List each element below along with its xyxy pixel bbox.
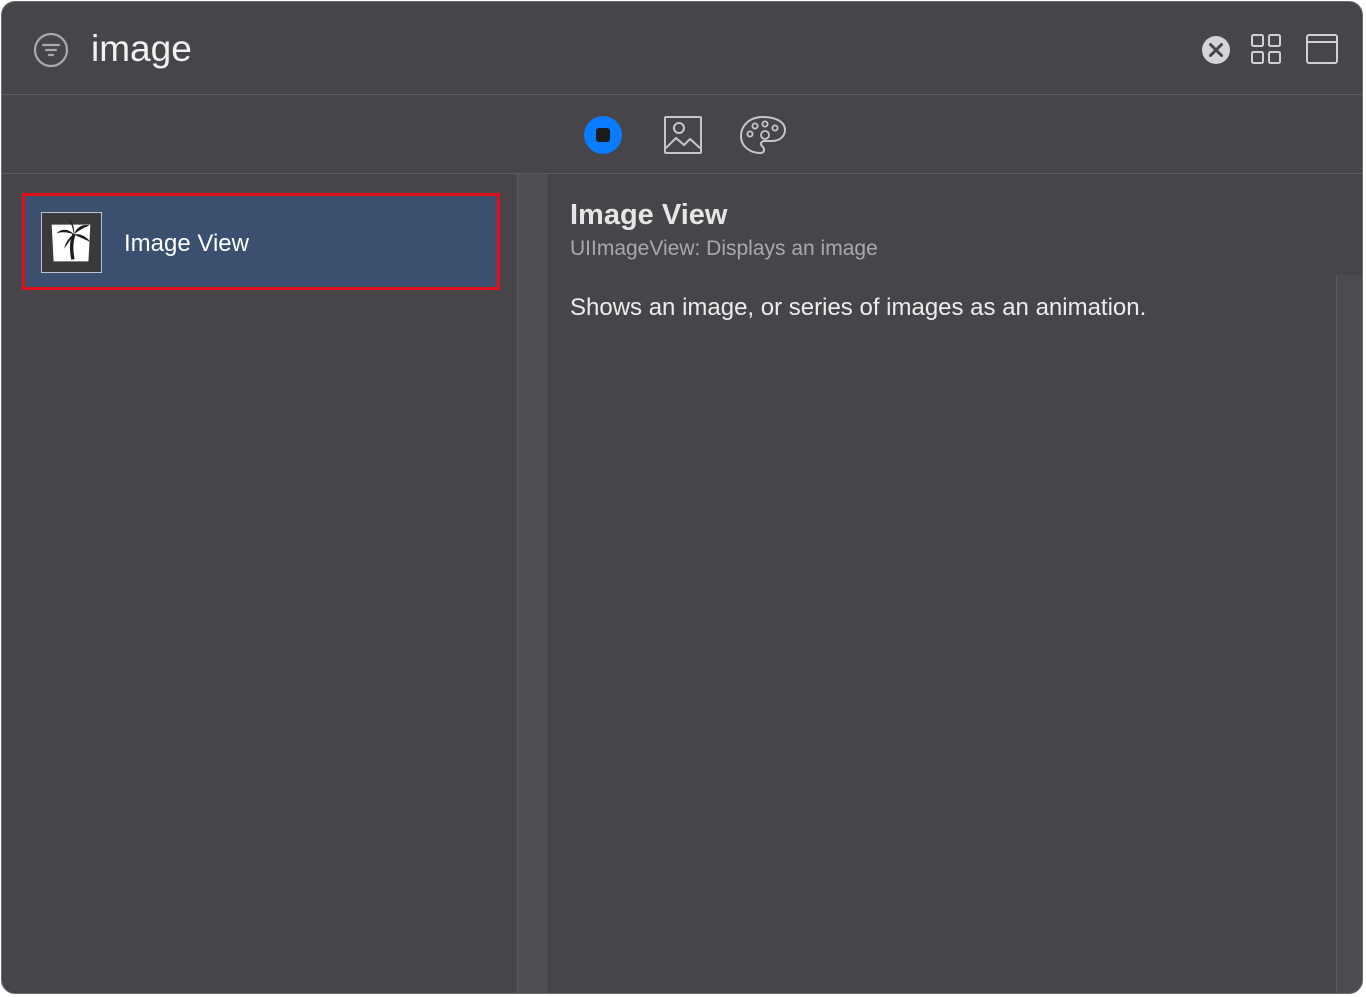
detail-description: Shows an image, or series of images as a… bbox=[570, 294, 1147, 321]
search-input[interactable] bbox=[91, 24, 1171, 74]
clear-circle-icon[interactable] bbox=[1200, 34, 1232, 66]
pane-divider[interactable] bbox=[517, 174, 549, 993]
window-icon[interactable] bbox=[1305, 33, 1339, 65]
library-list: Image View bbox=[2, 174, 517, 993]
list-item-image-view[interactable]: Image View bbox=[22, 193, 500, 290]
objects-library-icon[interactable] bbox=[583, 115, 623, 155]
grid-view-icon[interactable] bbox=[1249, 32, 1283, 66]
detail-pane: Image View UIImageView: Displays an imag… bbox=[549, 174, 1362, 993]
library-window: Image View Image View UIImageView: Displ… bbox=[1, 1, 1363, 994]
detail-title: Image View bbox=[570, 199, 728, 231]
library-segment-bar bbox=[2, 95, 1362, 174]
detail-scrollbar[interactable] bbox=[1336, 275, 1362, 993]
filter-icon[interactable] bbox=[33, 32, 69, 68]
image-view-thumbnail-icon bbox=[41, 212, 102, 273]
search-bar bbox=[2, 2, 1362, 95]
list-item-label: Image View bbox=[124, 230, 249, 257]
detail-subtitle: UIImageView: Displays an image bbox=[570, 237, 878, 260]
color-palette-icon[interactable] bbox=[738, 114, 788, 156]
media-library-icon[interactable] bbox=[662, 114, 704, 156]
